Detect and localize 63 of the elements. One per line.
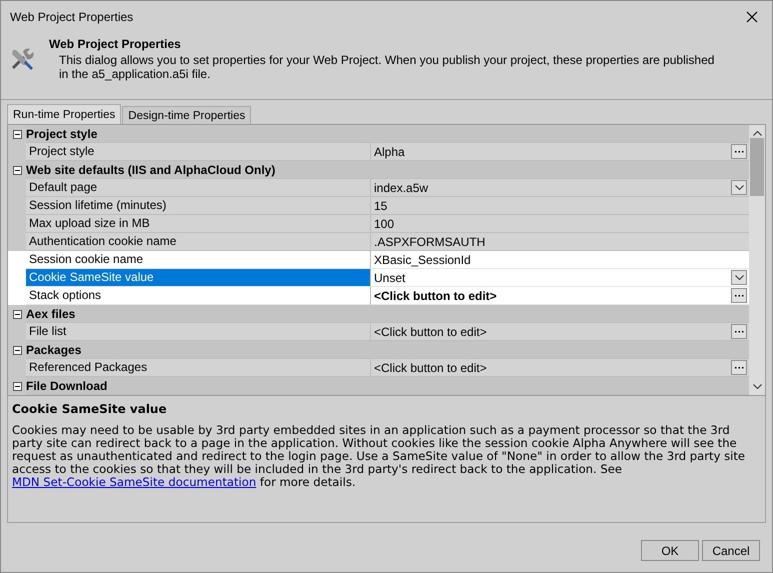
property-value-cell[interactable]: <Click button to edit> xyxy=(371,359,749,377)
property-value-cell[interactable]: 15 xyxy=(371,197,749,215)
property-name[interactable]: Session cookie name xyxy=(26,251,371,269)
section-heading: File Download xyxy=(26,377,749,395)
property-value-cell[interactable]: Unset xyxy=(371,269,749,287)
section-heading: Web site defaults (IIS and AlphaCloud Only) xyxy=(26,161,749,179)
scroll-down-icon[interactable] xyxy=(752,384,762,389)
section-heading: Packages xyxy=(26,341,749,359)
documentation-link[interactable]: MDN Set-Cookie SameSite documentation xyxy=(12,475,256,489)
property-name[interactable]: Referenced Packages xyxy=(26,359,371,377)
property-value: XBasic_SessionId xyxy=(374,252,472,266)
header-description: This dialog allows you to set properties for your Web Project. When you publish your project, these properties are published in the a5_application.a5i file. xyxy=(59,53,716,81)
section-heading: Aex files xyxy=(26,305,749,323)
property-name[interactable]: Project style xyxy=(26,143,371,161)
property-value-cell[interactable]: <Click button to edit> xyxy=(371,323,749,341)
chevron-down-icon xyxy=(734,185,744,190)
property-value: <Click button to edit> xyxy=(374,288,498,302)
dropdown-button[interactable] xyxy=(731,270,747,285)
property-value: .ASPXFORMSAUTH xyxy=(374,234,486,248)
property-name[interactable]: Default page xyxy=(26,179,371,197)
property-value: <Click button to edit> xyxy=(374,360,488,374)
scroll-thumb[interactable] xyxy=(750,138,764,196)
property-value: Unset xyxy=(374,270,406,284)
property-value-cell[interactable]: <Click button to edit> xyxy=(371,287,749,305)
scrollbar[interactable] xyxy=(749,125,765,395)
description-text: Cookies may need to be usable by 3rd party embedded sites in an application such as a payment processor so that the 3rd party site can redirect back to a page in the application. Without cookies like the session cookie Alpha Anywhere will see the request as unauthenticated and redirect to the login page. Use a SameSite value of "None" in order to allow the 3rd party site access to the cookies so that they will be included in the 3rd party's redirect back to the application. See MDN Set-Cookie SameSite documentation for more details. xyxy=(12,424,746,489)
property-value: Alpha xyxy=(374,144,406,158)
tab[interactable]: Run-time Properties xyxy=(7,104,122,124)
scroll-up-icon[interactable] xyxy=(752,131,762,136)
property-name[interactable]: Max upload size in MB xyxy=(26,215,371,233)
ellipsis-button[interactable] xyxy=(731,144,747,159)
property-name[interactable]: Cookie SameSite value xyxy=(26,269,371,287)
dropdown-button[interactable] xyxy=(731,180,747,195)
dialog-button[interactable]: Cancel xyxy=(702,540,760,561)
chevron-down-icon xyxy=(734,275,744,280)
collapse-icon[interactable] xyxy=(12,310,22,318)
tools-icon xyxy=(9,46,35,72)
property-value: <Click button to edit> xyxy=(374,324,488,338)
window-title: Web Project Properties xyxy=(10,10,134,24)
tab[interactable]: Design-time Properties xyxy=(122,106,252,124)
property-name[interactable]: Authentication cookie name xyxy=(26,233,371,251)
description-title: Cookie SameSite value xyxy=(12,402,168,416)
close-icon xyxy=(746,10,758,22)
property-name[interactable]: File list xyxy=(26,323,371,341)
property-value: 15 xyxy=(374,198,388,212)
ellipsis-button[interactable] xyxy=(731,324,747,339)
collapse-icon[interactable] xyxy=(12,130,22,138)
property-value-cell[interactable]: .ASPXFORMSAUTH xyxy=(371,233,749,251)
header-title: Web Project Properties xyxy=(49,37,182,51)
ellipsis-button[interactable] xyxy=(731,360,747,375)
property-name[interactable]: Stack options xyxy=(26,287,371,305)
property-value: 100 xyxy=(374,216,396,230)
property-value-cell[interactable]: index.a5w xyxy=(371,179,749,197)
property-value-cell[interactable]: Alpha xyxy=(371,143,749,161)
collapse-icon[interactable] xyxy=(12,346,22,354)
property-name[interactable]: Session lifetime (minutes) xyxy=(26,197,371,215)
collapse-icon[interactable] xyxy=(12,166,22,174)
property-value: index.a5w xyxy=(374,180,430,194)
section-heading: Project style xyxy=(26,125,749,143)
ellipsis-button[interactable] xyxy=(731,288,747,303)
dialog-button[interactable]: OK xyxy=(641,540,699,561)
property-value-cell[interactable]: 100 xyxy=(371,215,749,233)
collapse-icon[interactable] xyxy=(12,382,22,390)
